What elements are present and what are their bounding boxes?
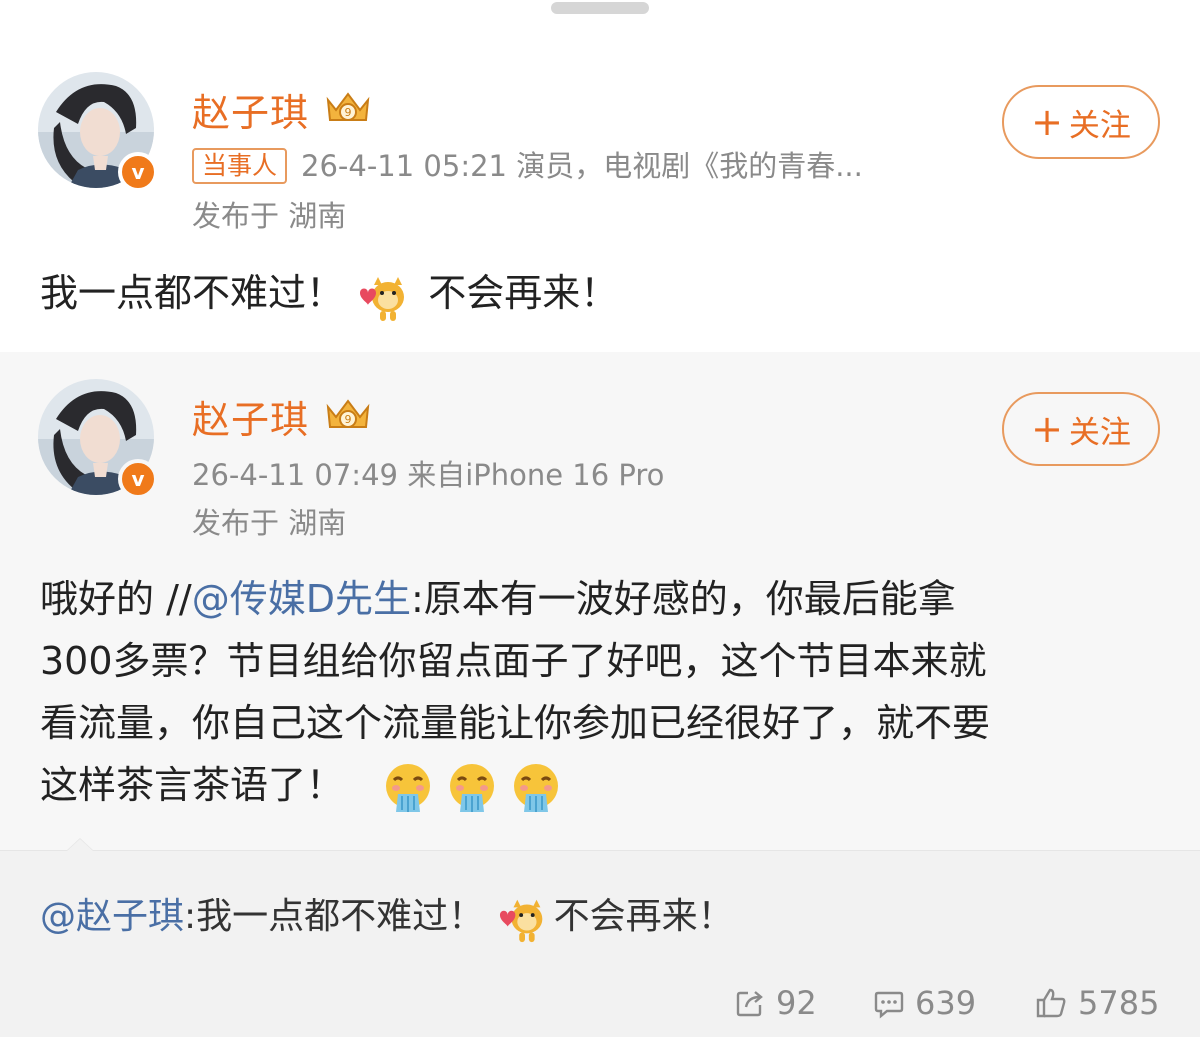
location: 发布于 湖南 [192,199,347,233]
follow-label: 关注 [1068,414,1131,451]
comment-button[interactable]: 639 [873,981,976,1025]
post-line-2: 300多票？节目组给你留点面子了好吧，这个节目本来就 [40,639,987,683]
location: 发布于 湖南 [192,506,347,540]
comment-count: 639 [915,984,977,1022]
mention-link[interactable]: @传媒D先生 [192,577,411,621]
hamster-heart-emoji [499,899,542,943]
username[interactable]: 赵子琪 [192,82,309,137]
repost-icon [736,991,763,1017]
like-count: 5785 [1078,984,1160,1022]
crown-level-icon: 9 [326,92,370,121]
svg-text:9: 9 [345,413,352,426]
role-tag: 当事人 [192,148,288,184]
follow-label: 关注 [1068,107,1131,144]
quoted-original-post[interactable]: @赵子琪:我一点都不难过！ 不会再来！ [0,838,1200,1037]
follow-button[interactable]: + 关注 [1002,85,1160,159]
repost-count: 92 [776,984,817,1022]
quoted-text: @赵子琪:我一点都不难过！ 不会再来！ [40,891,734,944]
post-card-original: v 赵子琪 9 + 关注 当事人 26-4-11 05:21 演员，电视剧《我的青… [0,0,1200,352]
verified-badge-icon: v [118,459,158,499]
crown-level-icon: 9 [326,399,370,428]
vomit-emoji [514,763,559,812]
post-text-part1: 我一点都不难过！ [40,271,345,315]
plus-icon: + [1031,407,1063,451]
comment-icon [874,991,904,1019]
post-text: 哦好的 //@传媒D先生:原本有一波好感的，你最后能拿 300多票？节目组给你留… [40,568,1160,816]
quote-pointer [66,838,94,851]
verified-badge-icon: v [118,152,158,192]
quoted-mention-link[interactable]: @赵子琪 [40,896,184,937]
timestamp-source: 26-4-11 05:21 演员，电视剧《我的青春... [301,149,863,183]
avatar[interactable]: v [38,72,158,192]
avatar[interactable]: v [38,379,158,499]
post-meta: 当事人 26-4-11 05:21 演员，电视剧《我的青春... [192,143,863,185]
post-line-1: 哦好的 //@传媒D先生:原本有一波好感的，你最后能拿 [40,568,1160,630]
plus-icon: + [1031,100,1063,144]
post-line-4: 这样茶言茶语了！ [40,754,1160,816]
like-button[interactable]: 5785 [1034,981,1159,1025]
quoted-text-part1: :我一点都不难过！ [184,896,485,937]
like-icon [1036,988,1066,1018]
sheet-drag-handle[interactable] [551,2,649,14]
timestamp-source: 26-4-11 07:49 来自iPhone 16 Pro [192,458,665,492]
post-line-4-text: 这样茶言茶语了！ [40,763,345,807]
hamster-heart-emoji [360,276,405,321]
svg-text:9: 9 [345,106,352,119]
quoted-text-part2: 不会再来！ [553,896,734,937]
vomit-emoji [450,763,495,812]
vomit-emoji [386,763,431,812]
post-text-part2: 不会再来！ [428,271,619,315]
post-line-1-part2: :原本有一波好感的，你最后能拿 [410,577,956,621]
post-line-1-part1: 哦好的 // [40,577,192,621]
post-line-3: 看流量，你自己这个流量能让你参加已经很好了，就不要 [40,701,991,745]
post-text: 我一点都不难过！ 不会再来！ [40,262,618,324]
follow-button[interactable]: + 关注 [1002,392,1160,466]
repost-button[interactable]: 92 [734,981,817,1025]
username[interactable]: 赵子琪 [192,389,309,444]
post-card-repost: v 赵子琪 9 + 关注 26-4-11 07:49 来自iPhone 16 P… [0,352,1200,850]
